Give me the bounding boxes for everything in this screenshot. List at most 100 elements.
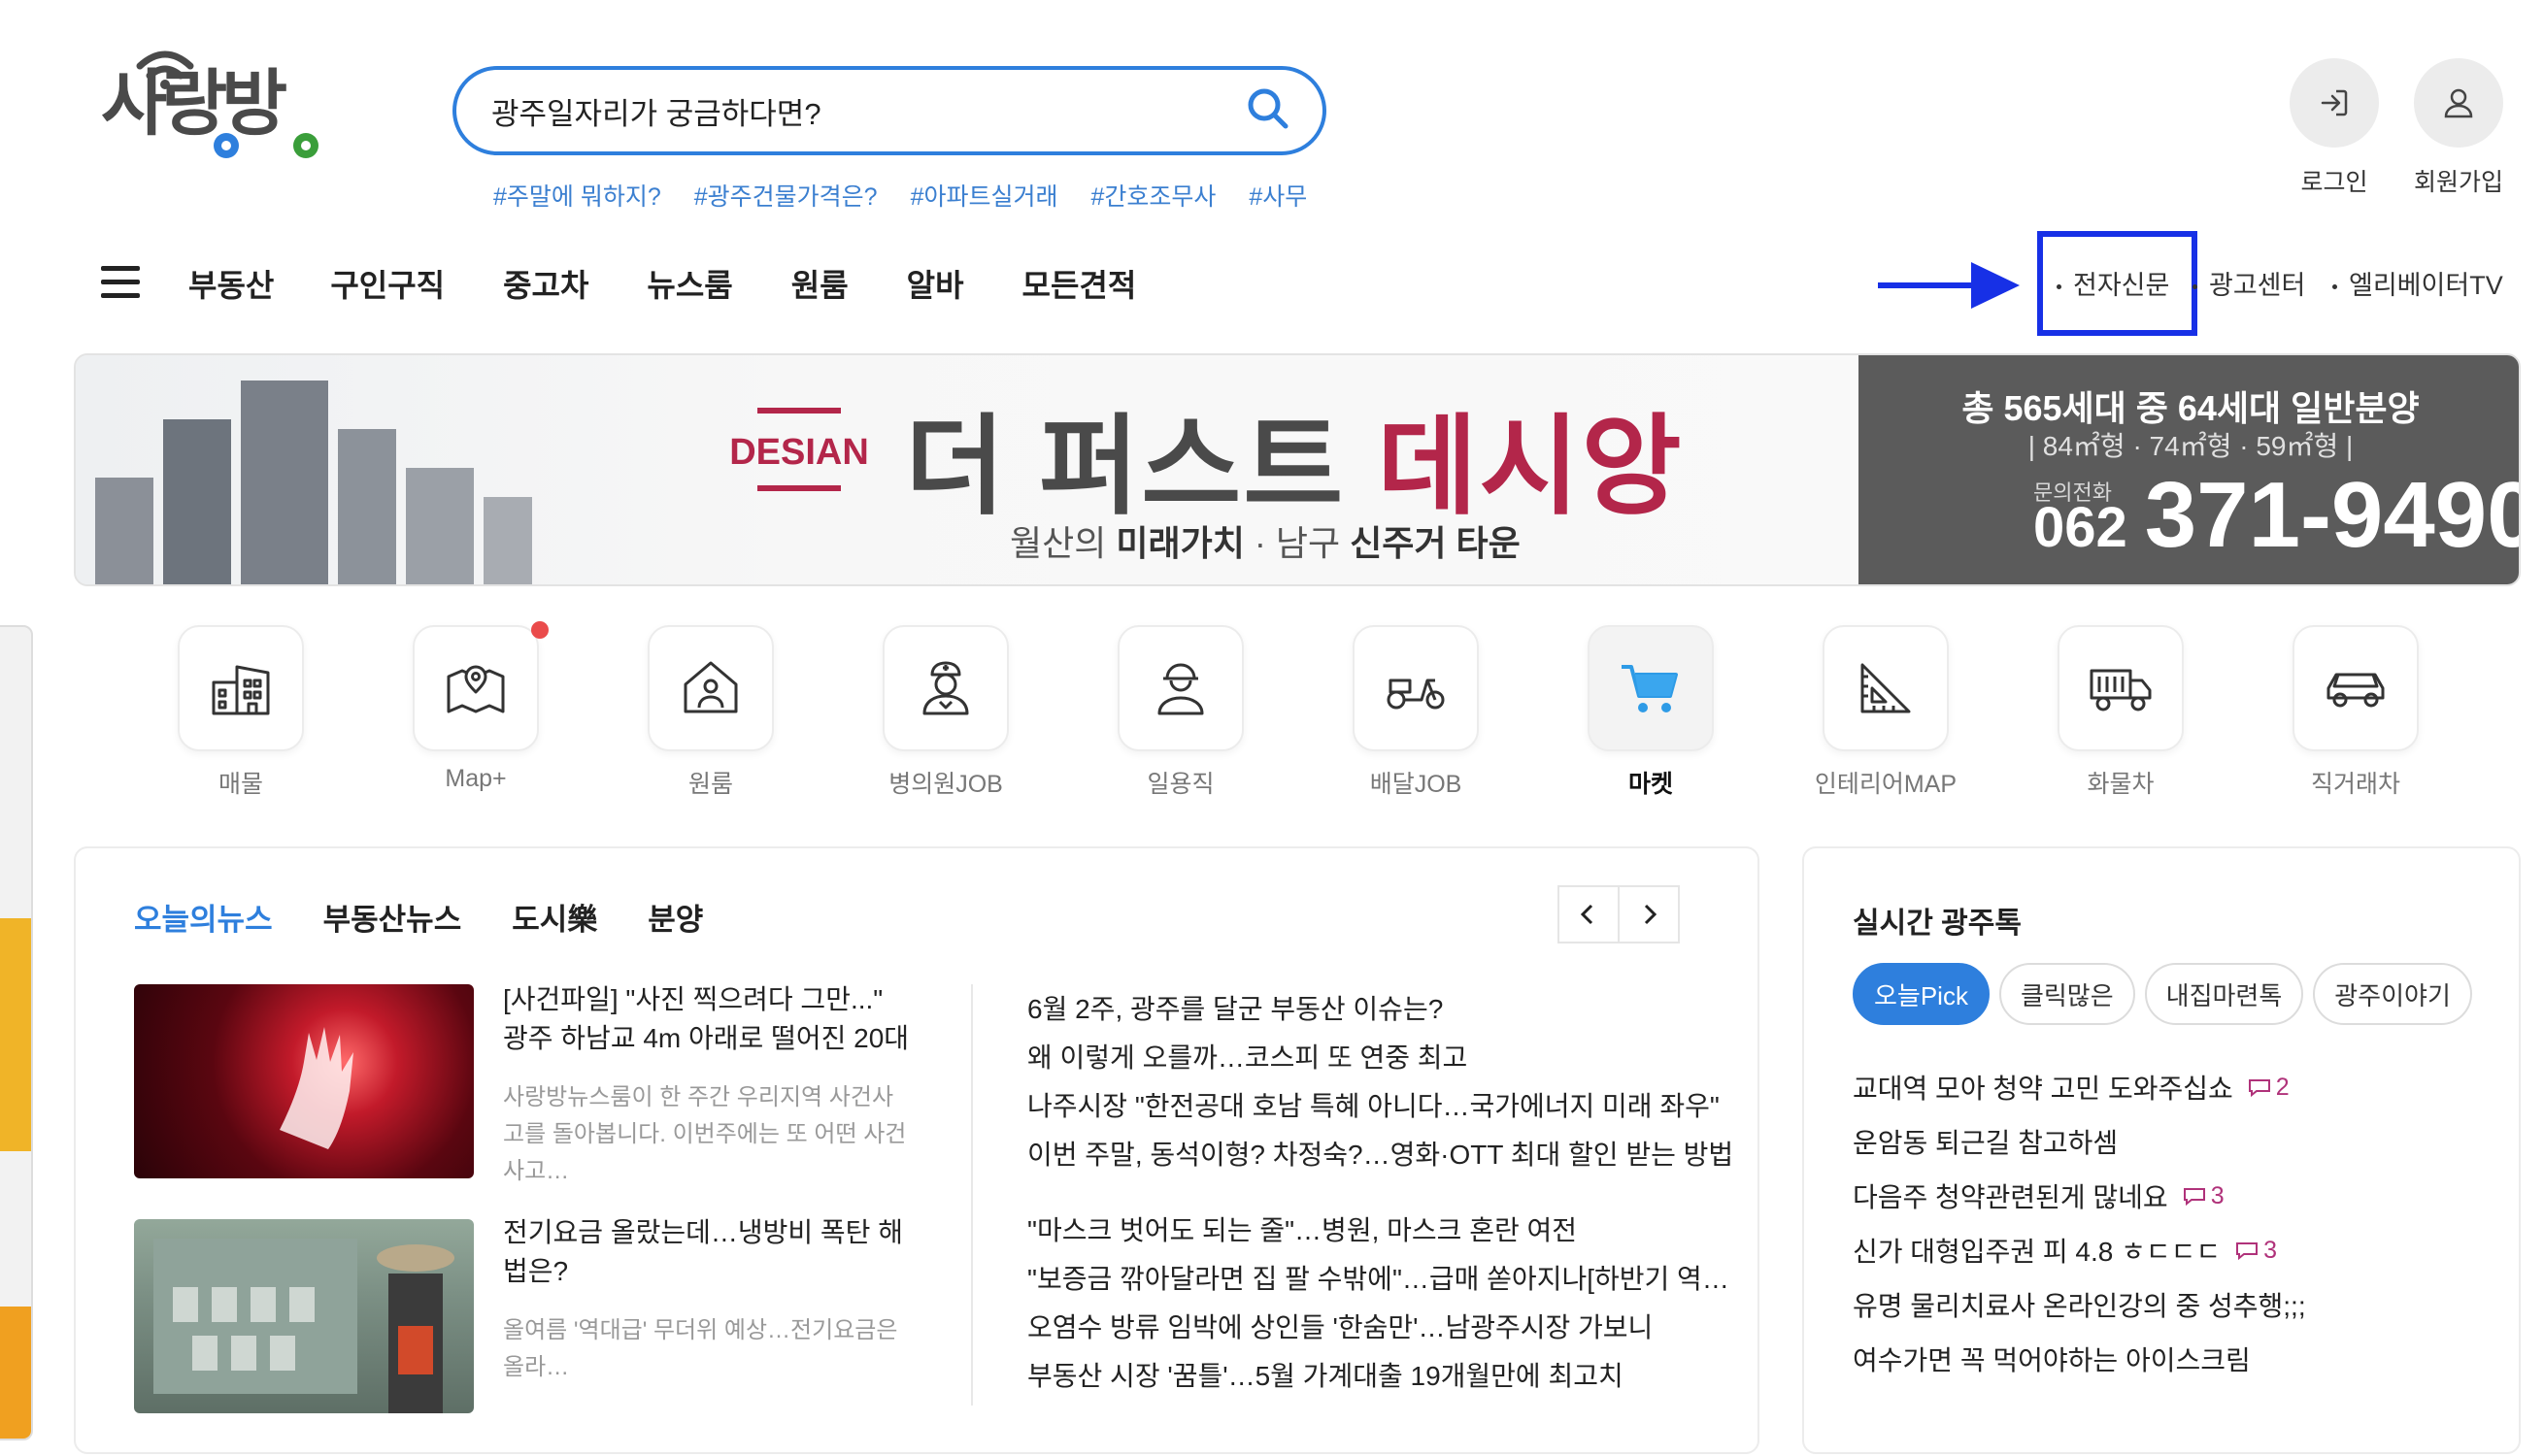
quick-menu-label: 원룸 (687, 771, 733, 798)
quick-menu-label: 화물차 (2087, 771, 2155, 798)
util-link-adcenter[interactable]: 광고센터 (2193, 264, 2305, 302)
util-link-enewspaper[interactable]: 전자신문 (2057, 264, 2169, 302)
bullet-icon (2332, 284, 2337, 290)
nav-item-estimates[interactable]: 모든견적 (1022, 261, 1137, 306)
search-icon[interactable] (1243, 83, 1293, 139)
headline-link[interactable]: 오염수 방류 임박에 상인들 '한숨만'…남광주시장 가보니 (1027, 1307, 1653, 1345)
talk-item[interactable]: 교대역 모아 청약 고민 도와주십쇼 2 (1853, 1068, 2290, 1107)
tab-presale[interactable]: 분양 (648, 895, 703, 939)
talk-item[interactable]: 유명 물리치료사 온라인강의 중 성추행;;; (1853, 1285, 2306, 1324)
talk-item[interactable]: 다음주 청약관련된게 많네요 3 (1853, 1176, 2225, 1215)
ad-banner[interactable]: DESIAN 더 퍼스트 데시앙 월산의 미래가치 · 남구 신주거 타운 총 … (74, 353, 2521, 586)
worker-icon (1157, 663, 1204, 715)
nav-item-used-cars[interactable]: 중고차 (503, 261, 588, 306)
tab-realestate-news[interactable]: 부동산뉴스 (323, 895, 462, 939)
login-label[interactable]: 로그인 (2266, 163, 2402, 198)
chevron-right-icon (1644, 904, 1657, 925)
util-link-elevatortv[interactable]: 엘리베이터TV (2332, 264, 2503, 302)
story-title[interactable]: [사건파일] "사진 찍으려다 그만..." 광주 하남교 4m 아래로 떨어진… (503, 980, 911, 1058)
headline-link[interactable]: "마스크 벗어도 되는 줄"…병원, 마스크 혼란 여전 (1027, 1209, 1577, 1248)
quick-menu-label: Map+ (445, 765, 507, 792)
notification-dot (531, 621, 549, 639)
quick-menu-label: 일용직 (1147, 771, 1215, 798)
login-button[interactable] (2290, 58, 2379, 148)
comment-count: 2 (2247, 1074, 2290, 1102)
site-logo[interactable]: 사랑방 (97, 37, 350, 163)
headline-link[interactable]: "보증금 깎아달라면 집 팔 수밖에"…급매 쏟아지나[하반기 역… (1027, 1258, 1729, 1297)
util-link-label: 광고센터 (2209, 271, 2306, 300)
headline-link[interactable]: 이번 주말, 동석이형? 차정숙?…영화·OTT 최대 할인 받는 방법 (1027, 1134, 1733, 1173)
cart-icon (1622, 665, 1678, 712)
quick-menu-direct-car[interactable]: 직거래차 (2292, 625, 2420, 800)
quick-menu-label: 배달JOB (1369, 771, 1462, 798)
quick-menu-delivery-job[interactable]: 배달JOB (1352, 625, 1480, 800)
bullet-icon (2193, 284, 2197, 290)
quick-menu-oneroom[interactable]: 원룸 (647, 625, 775, 800)
talk-item[interactable]: 신가 대형입주권 피 4.8 ㅎㄷㄷㄷ 3 (1853, 1231, 2277, 1270)
tab-today-news[interactable]: 오늘의뉴스 (134, 895, 273, 939)
comment-icon (2248, 1079, 2270, 1098)
banner-visual: DESIAN 더 퍼스트 데시앙 월산의 미래가치 · 남구 신주거 타운 (76, 355, 1858, 584)
story-description[interactable]: 사랑방뉴스룸이 한 주간 우리지역 사건사고를 돌아봅니다. 이번주에는 또 어… (503, 1079, 911, 1190)
nav-item-realestate[interactable]: 부동산 (188, 261, 274, 306)
chip-home-buying[interactable]: 내집마련톡 (2144, 963, 2304, 1025)
quick-menu-truck[interactable]: 화물차 (2057, 625, 2185, 800)
quick-menu-daily-work[interactable]: 일용직 (1117, 625, 1245, 800)
news-section: 오늘의뉴스 부동산뉴스 도시樂 분양 [사건파일] "사진 찍으려다 그만...… (74, 846, 1759, 1454)
hashtag-link[interactable]: #간호조무사 (1090, 178, 1216, 213)
talk-item-title: 운암동 퇴근길 참고하셈 (1853, 1128, 2119, 1158)
comment-count: 3 (2182, 1182, 2225, 1210)
hashtag-list: #주말에 뭐하지? #광주건물가격은? #아파트실거래 #간호조무사 #사무 (493, 178, 1307, 213)
story-thumbnail[interactable] (134, 1219, 474, 1413)
next-button[interactable] (1618, 885, 1680, 943)
quick-menu-listings[interactable]: 매물 (177, 625, 305, 800)
hashtag-link[interactable]: #주말에 뭐하지? (493, 178, 661, 213)
svg-text:DESIAN: DESIAN (729, 432, 869, 473)
nurse-icon (922, 661, 969, 715)
search-box[interactable]: 광주일자리가 궁금하다면? (452, 66, 1326, 155)
quick-menu-mapplus[interactable]: Map+ (412, 621, 549, 793)
chip-most-clicked[interactable]: 클릭많은 (1998, 963, 2135, 1025)
story-description[interactable]: 올여름 '역대급' 무더위 예상…전기요금은 올라… (503, 1312, 911, 1386)
quick-menu-interior-map[interactable]: 인테리어MAP (1815, 625, 1957, 800)
quick-menu-clinic-job[interactable]: 병의원JOB (882, 625, 1010, 800)
talk-item[interactable]: 여수가면 꼭 먹어야하는 아이스크림 (1853, 1340, 2251, 1378)
hashtag-link[interactable]: #광주건물가격은? (694, 178, 878, 213)
search-input[interactable]: 광주일자리가 궁금하다면? (491, 89, 1243, 133)
quick-menu-label: 직거래차 (2310, 771, 2400, 798)
signup-button[interactable] (2414, 58, 2503, 148)
chip-today-pick[interactable]: 오늘Pick (1853, 963, 1990, 1025)
story-title[interactable]: 전기요금 올랐는데…냉방비 폭탄 해법은? (503, 1213, 911, 1291)
section-title: 실시간 광주톡 (1853, 908, 2022, 940)
headline-link[interactable]: 6월 2주, 광주를 달군 부동산 이슈는? (1027, 988, 1443, 1027)
nav-item-jobs[interactable]: 구인구직 (330, 261, 445, 306)
tab-urban-life[interactable]: 도시樂 (512, 895, 597, 939)
nav-item-parttime[interactable]: 알바 (907, 261, 964, 306)
quick-menu-label: 매물 (218, 771, 263, 798)
banner-phone: 062 371-9490 (2033, 463, 2521, 567)
news-tabs: 오늘의뉴스 부동산뉴스 도시樂 분양 (134, 895, 703, 939)
comment-icon (2236, 1242, 2259, 1261)
talk-item-title: 다음주 청약관련된게 많네요 (1853, 1182, 2168, 1212)
prev-button[interactable] (1557, 885, 1620, 943)
quick-menu-label: 마켓 (1627, 771, 1673, 798)
signup-label[interactable]: 회원가입 (2391, 163, 2527, 198)
headline-link[interactable]: 나주시장 "한전공대 호남 특혜 아니다…국가에너지 미래 좌우" (1027, 1085, 1720, 1124)
quick-menu-market[interactable]: 마켓 (1587, 625, 1715, 800)
side-ad-sliver[interactable] (0, 625, 33, 1440)
nav-item-newsroom[interactable]: 뉴스룸 (647, 261, 732, 306)
banner-units: 총 565세대 중 64세대 일반분양 (1961, 388, 2420, 428)
logo-wordmark: 사랑방 (101, 62, 286, 146)
comment-count: 3 (2234, 1237, 2277, 1265)
scooter-icon (1387, 678, 1445, 710)
hamburger-menu-icon[interactable] (101, 266, 140, 301)
nav-item-oneroom[interactable]: 원룸 (791, 261, 849, 306)
headline-link[interactable]: 왜 이렇게 오를까…코스피 또 연중 최고 (1027, 1037, 1467, 1075)
story-thumbnail[interactable] (134, 984, 474, 1178)
hashtag-link[interactable]: #사무 (1249, 178, 1307, 213)
talk-item[interactable]: 운암동 퇴근길 참고하셈 (1853, 1122, 2118, 1161)
chip-gwangju-stories[interactable]: 광주이야기 (2313, 963, 2472, 1025)
headline-link[interactable]: 부동산 시장 '꿈틀'…5월 가계대출 19개월만에 최고치 (1027, 1355, 1623, 1394)
annotation-arrow-icon (1878, 262, 2020, 309)
hashtag-link[interactable]: #아파트실거래 (911, 178, 1058, 213)
